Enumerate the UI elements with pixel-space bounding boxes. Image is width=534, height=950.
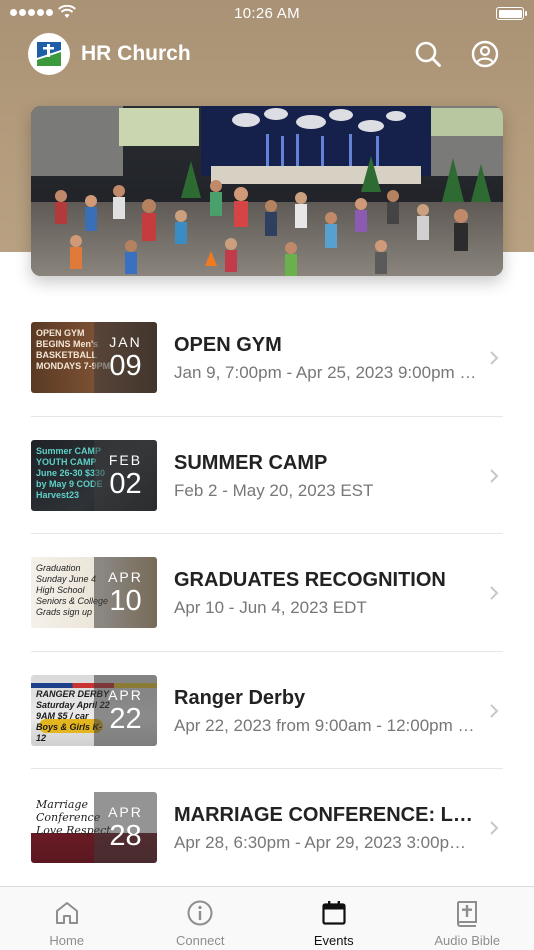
event-title: GRADUATES RECOGNITION [174,569,446,591]
tab-home[interactable]: Home [0,887,134,950]
tab-label: Events [313,933,354,948]
tab-label: Audio Bible [434,933,501,948]
event-title: MARRIAGE CONFERENCE: LOVE & RESPECT [174,804,480,826]
event-thumbnail: OPEN GYM BEGINS Men's BASKETBALL MONDAYS… [31,322,157,393]
status-bar: 10:26 AM [0,0,534,28]
event-date: Apr 22, 2023 from 9:00am - 12:00pm EDT [174,715,480,735]
date-day: 10 [109,585,142,617]
date-day: 09 [109,350,142,382]
church-logo[interactable] [28,33,70,75]
event-thumbnail: RANGER DERBY Saturday April 22 9AM $5 / … [31,674,157,746]
chevron-right-icon [490,586,499,600]
date-badge: APR 10 [94,557,157,628]
date-badge: JAN 09 [94,322,157,393]
tab-bar: Home Connect Events Audio Bible [0,886,534,950]
chevron-right-icon [490,351,499,365]
calendar-icon [322,901,346,925]
date-month: APR [108,686,143,703]
hero-image[interactable] [31,106,503,276]
date-badge: FEB 02 [94,439,157,511]
battery-icon [496,7,527,20]
event-title: OPEN GYM [174,334,282,356]
date-badge: APR 22 [94,674,157,746]
date-badge: APR 28 [94,792,157,863]
tab-connect[interactable]: Connect [134,887,268,950]
event-date: Jan 9, 7:00pm - Apr 25, 2023 9:00pm EDT [174,363,480,382]
event-row[interactable]: RANGER DERBY Saturday April 22 9AM $5 / … [31,652,503,769]
tab-audio-bible[interactable]: Audio Bible [401,887,534,950]
chevron-right-icon [490,468,499,483]
event-row[interactable]: OPEN GYM BEGINS Men's BASKETBALL MONDAYS… [31,299,503,417]
event-row[interactable]: Marriage Conference Love Respect APR 28 … [31,769,503,887]
event-row[interactable]: Graduation Sunday June 4 High School Sen… [31,534,503,652]
event-title: Ranger Derby [174,686,306,709]
bible-icon [457,901,478,927]
app-bar: HR Church [28,33,506,75]
search-icon[interactable] [414,40,442,68]
info-icon [187,900,213,926]
event-thumbnail: Marriage Conference Love Respect APR 28 [31,792,157,863]
tab-events[interactable]: Events [267,887,401,950]
profile-icon[interactable] [471,40,499,68]
tab-label: Connect [176,933,225,948]
status-time: 10:26 AM [234,5,300,22]
date-month: APR [108,569,143,585]
event-thumbnail: Graduation Sunday June 4 High School Sen… [31,557,157,628]
date-month: APR [108,804,143,820]
event-date: Apr 28, 6:30pm - Apr 29, 2023 3:00pm EDT [174,833,480,852]
event-thumbnail: Summer CAMP YOUTH CAMP June 26-30 $330 b… [31,439,157,511]
event-title: SUMMER CAMP [174,451,328,474]
date-day: 22 [109,702,142,735]
home-icon [55,902,78,924]
event-date: Apr 10 - Jun 4, 2023 EDT [174,598,367,617]
date-day: 02 [109,467,142,500]
event-date: Feb 2 - May 20, 2023 EST [174,480,374,500]
event-row[interactable]: Summer CAMP YOUTH CAMP June 26-30 $330 b… [31,417,503,534]
chevron-right-icon [490,703,499,718]
date-month: JAN [109,334,142,350]
date-day: 28 [109,820,142,852]
tab-label: Home [49,933,85,948]
date-month: FEB [108,451,143,468]
events-list: OPEN GYM BEGINS Men's BASKETBALL MONDAYS… [31,299,503,887]
app-title: HR Church [81,42,191,65]
chevron-right-icon [490,821,499,835]
